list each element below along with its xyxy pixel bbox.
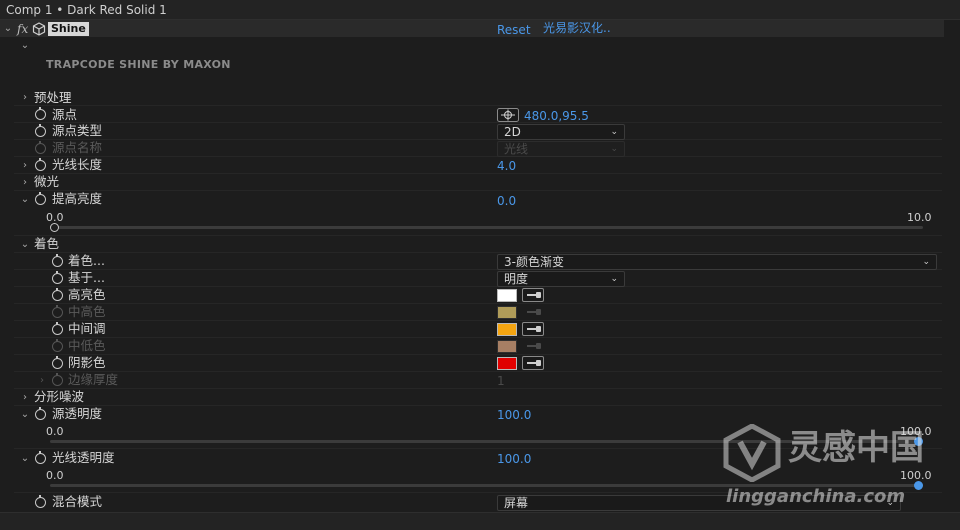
- param-shine-opacity: 光线透明度: [52, 450, 115, 465]
- chevron-right-icon: ›: [40, 375, 44, 386]
- mid-high-color-swatch: [497, 306, 517, 319]
- stopwatch-icon[interactable]: [35, 192, 46, 205]
- position-crosshair-icon[interactable]: [497, 108, 519, 122]
- fx-toggle[interactable]: fx: [17, 21, 28, 37]
- watermark-cn: 灵感中国: [788, 428, 924, 468]
- param-source-opacity: 源透明度: [52, 406, 103, 421]
- param-mid-low: 中低色: [68, 338, 106, 353]
- eyedropper-icon: [522, 305, 544, 319]
- stopwatch-icon: [35, 141, 46, 154]
- param-mid-high: 中高色: [68, 304, 106, 319]
- highlights-color-swatch[interactable]: [497, 289, 517, 302]
- mid-low-color-swatch: [497, 340, 517, 353]
- boost-light-slider-handle[interactable]: [50, 223, 59, 232]
- watermark-logo-icon: [723, 424, 781, 482]
- shine-opacity-value[interactable]: 100.0: [497, 451, 531, 467]
- effect-name[interactable]: Shine: [48, 22, 89, 36]
- source-name-dropdown: 光线 ⌄: [497, 141, 625, 157]
- stopwatch-icon[interactable]: [52, 288, 63, 301]
- midtones-color-swatch[interactable]: [497, 323, 517, 336]
- source-type-dropdown[interactable]: 2D ⌄: [497, 124, 625, 140]
- group-colorize[interactable]: 着色: [34, 236, 59, 252]
- stopwatch-icon: [52, 305, 63, 318]
- chevron-down-icon[interactable]: ⌄: [20, 192, 30, 208]
- boost-light-value[interactable]: 0.0: [497, 193, 516, 209]
- chevron-right-icon[interactable]: ›: [20, 90, 30, 106]
- chevron-down-icon: ⌄: [610, 144, 618, 154]
- stopwatch-icon[interactable]: [35, 495, 46, 508]
- stopwatch-icon[interactable]: [52, 322, 63, 335]
- eyedropper-icon[interactable]: [522, 356, 544, 370]
- source-opacity-value[interactable]: 100.0: [497, 407, 531, 423]
- chevron-down-icon: ⌄: [922, 257, 930, 267]
- slider-min-label: 0.0: [46, 425, 64, 438]
- param-boost-light: 提高亮度: [52, 191, 103, 206]
- param-colorize-mode: 着色...: [68, 253, 105, 268]
- chevron-down-icon: ⌄: [610, 274, 618, 284]
- chevron-right-icon[interactable]: ›: [20, 175, 30, 191]
- effect-header-row: [0, 20, 944, 37]
- param-ray-length: 光线长度: [52, 157, 103, 172]
- watermark-url: lingganchina.com: [726, 486, 906, 507]
- param-shadows: 阴影色: [68, 355, 106, 370]
- ray-length-value[interactable]: 4.0: [497, 158, 516, 174]
- base-on-dropdown[interactable]: 明度 ⌄: [497, 271, 625, 287]
- group-preprocess[interactable]: 预处理: [34, 90, 72, 106]
- chevron-down-icon[interactable]: ⌄: [20, 38, 30, 54]
- chevron-down-icon[interactable]: ⌄: [20, 451, 30, 467]
- param-midtones: 中间调: [68, 321, 106, 336]
- param-highlights: 高亮色: [68, 287, 106, 302]
- eyedropper-icon: [522, 339, 544, 353]
- stopwatch-icon[interactable]: [35, 107, 46, 120]
- panel-title: Comp 1 • Dark Red Solid 1: [0, 0, 960, 20]
- chevron-down-icon[interactable]: ⌄: [20, 237, 30, 253]
- param-source-name: 源点名称: [52, 140, 103, 155]
- group-shimmer[interactable]: 微光: [34, 174, 59, 190]
- param-transfer-mode: 混合模式: [52, 494, 103, 509]
- slider-min-label: 0.0: [46, 469, 64, 482]
- param-source-type: 源点类型: [52, 123, 103, 138]
- param-base-on: 基于...: [68, 270, 105, 285]
- stopwatch-icon: [52, 339, 63, 352]
- site-watermark: 灵感中国 lingganchina.com: [722, 418, 952, 518]
- eyedropper-icon[interactable]: [522, 322, 544, 336]
- edge-thickness-value: 1: [497, 374, 505, 388]
- cube-icon: [32, 22, 46, 36]
- stopwatch-icon[interactable]: [35, 158, 46, 171]
- param-source-point: 源点: [52, 107, 78, 122]
- chevron-down-icon: ⌄: [610, 127, 618, 137]
- eyedropper-icon[interactable]: [522, 288, 544, 302]
- brand-banner: TRAPCODE SHINE BY MAXON: [46, 58, 231, 71]
- slider-max-label: 10.0: [907, 211, 932, 224]
- chevron-down-icon[interactable]: ⌄: [3, 21, 13, 37]
- group-fractal-noise[interactable]: 分形噪波: [34, 389, 84, 405]
- stopwatch-icon[interactable]: [35, 407, 46, 420]
- param-edge-thickness: 边缘厚度: [68, 372, 119, 387]
- chevron-right-icon[interactable]: ›: [20, 158, 30, 174]
- stopwatch-icon[interactable]: [35, 451, 46, 464]
- stopwatch-icon[interactable]: [52, 271, 63, 284]
- about-link[interactable]: 光易影汉化..: [543, 20, 611, 36]
- colorize-mode-dropdown[interactable]: 3-颜色渐变 ⌄: [497, 254, 937, 270]
- chevron-down-icon[interactable]: ⌄: [20, 407, 30, 423]
- chevron-right-icon[interactable]: ›: [20, 390, 30, 406]
- boost-light-slider-track[interactable]: [50, 226, 923, 229]
- shadows-color-swatch[interactable]: [497, 357, 517, 370]
- stopwatch-icon: [52, 373, 63, 386]
- stopwatch-icon[interactable]: [35, 124, 46, 137]
- stopwatch-icon[interactable]: [52, 356, 63, 369]
- stopwatch-icon[interactable]: [52, 254, 63, 267]
- source-point-value[interactable]: 480.0,95.5: [524, 108, 589, 124]
- reset-button[interactable]: Reset: [497, 22, 531, 38]
